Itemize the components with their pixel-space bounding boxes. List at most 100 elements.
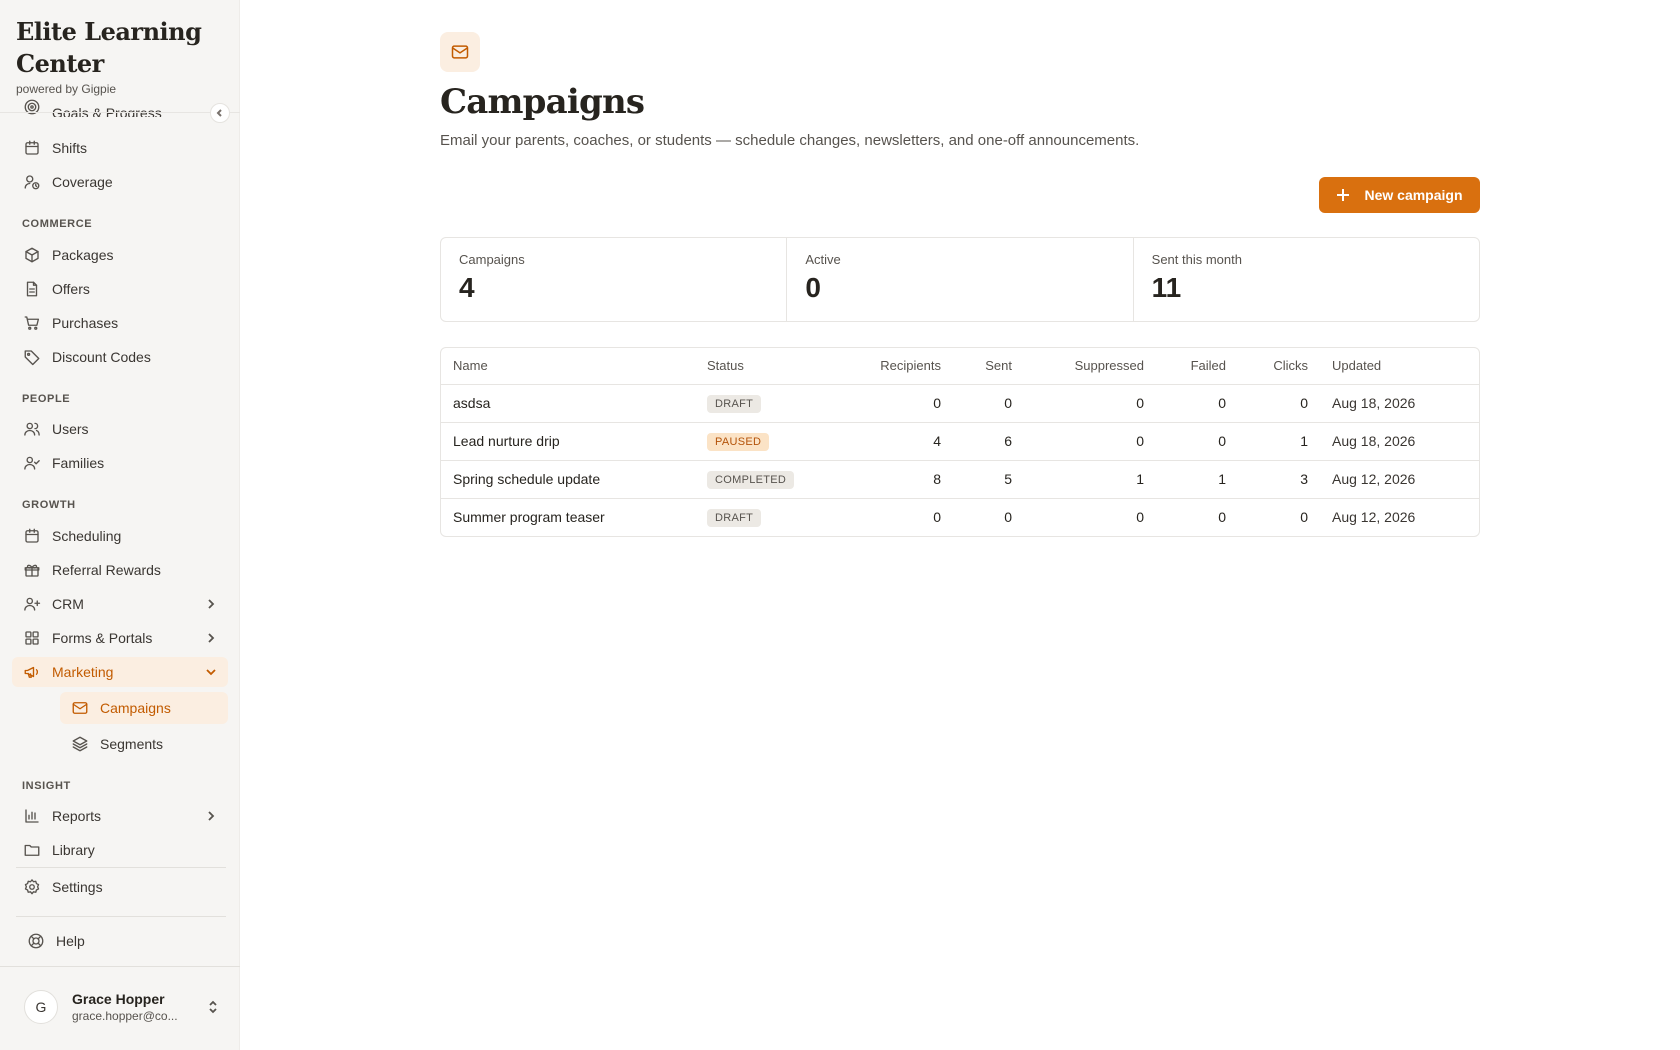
- gift-icon: [22, 560, 42, 580]
- table-row[interactable]: Lead nurture drip PAUSED 4 6 0 0 1 Aug 18, 2026: [441, 422, 1479, 461]
- cell-updated: Aug 12, 2026: [1332, 509, 1416, 526]
- sidebar-item-referral-rewards[interactable]: Referral Rewards: [12, 555, 228, 585]
- brand-title: Elite Learning Center: [16, 17, 202, 78]
- sidebar-item-offers[interactable]: Offers: [12, 274, 228, 304]
- sidebar-item-purchases[interactable]: Purchases: [12, 308, 228, 338]
- calendar-icon: [22, 138, 42, 158]
- calendar-icon: [22, 526, 42, 546]
- user-name: Grace Hopper: [72, 991, 165, 1007]
- megaphone-icon: [22, 662, 42, 682]
- column-header-sent[interactable]: Sent: [953, 348, 1024, 385]
- table-header-row: Name Status Recipients Sent Suppressed F…: [441, 348, 1479, 385]
- status-badge: DRAFT: [707, 508, 762, 527]
- chevron-right-icon: [204, 597, 218, 611]
- sidebar-item-label: Goals & Progress: [52, 105, 162, 117]
- user-info: Grace Hopper grace.hopper@co...: [72, 991, 192, 1023]
- stat-campaigns: Campaigns 4: [441, 238, 788, 321]
- cell-updated: Aug 18, 2026: [1320, 422, 1479, 461]
- cell-sent: 0: [1004, 509, 1012, 526]
- nav-divider: [0, 966, 240, 967]
- sidebar-item-coverage[interactable]: Coverage: [12, 167, 228, 197]
- help-button[interactable]: Help: [16, 926, 232, 956]
- target-icon: [22, 99, 42, 117]
- cell-sent: 5: [953, 460, 1024, 499]
- status-badge: COMPLETED: [707, 470, 795, 489]
- sidebar-item-label: Offers: [52, 281, 90, 297]
- column-header-suppressed[interactable]: Suppressed: [1024, 348, 1156, 385]
- cell-status: COMPLETED: [695, 460, 835, 499]
- column-header-updated[interactable]: Updated: [1320, 348, 1479, 385]
- sidebar-item-label: Campaigns: [100, 700, 171, 716]
- cell-clicks: 1: [1238, 422, 1320, 461]
- column-header-failed[interactable]: Failed: [1156, 348, 1238, 385]
- cell-updated: Aug 18, 2026: [1320, 384, 1479, 423]
- document-icon: [22, 279, 42, 299]
- user-menu[interactable]: G Grace Hopper grace.hopper@co...: [16, 982, 226, 1032]
- cell-recipients: 4: [835, 422, 953, 461]
- sidebar-item-families[interactable]: Families: [12, 448, 228, 478]
- cell-clicks: 3: [1238, 460, 1320, 499]
- bar-chart-icon: [22, 806, 42, 826]
- cell-suppressed: 0: [1024, 422, 1156, 461]
- cell-name: asdsa: [441, 384, 695, 423]
- sidebar-item-scheduling[interactable]: Scheduling: [12, 521, 228, 551]
- mail-icon: [440, 32, 480, 72]
- collapse-sidebar-button[interactable]: [210, 103, 230, 123]
- table-row[interactable]: asdsa DRAFT 0 0 0 0 0 Aug 18, 2026: [441, 384, 1479, 423]
- column-header-name[interactable]: Name: [441, 348, 695, 385]
- cell-status: DRAFT: [695, 384, 835, 423]
- cell-failed: 1: [1156, 460, 1238, 499]
- campaigns-table: Name Status Recipients Sent Suppressed F…: [440, 347, 1480, 537]
- nav-section-people: PEOPLE: [22, 393, 71, 405]
- sidebar-item-label: Scheduling: [52, 528, 122, 544]
- cell-suppressed: 0: [1136, 509, 1144, 526]
- table-row[interactable]: Summer program teaser DRAFT 0 0 0 0 0 Aug 12, 2…: [441, 498, 1479, 536]
- avatar: G: [24, 990, 58, 1024]
- stat-value: 0: [805, 272, 821, 303]
- stat-label: Campaigns: [459, 252, 525, 267]
- users-icon: [22, 419, 42, 439]
- sidebar-item-segments[interactable]: Segments: [60, 728, 228, 760]
- table-row[interactable]: Spring schedule update COMPLETED 8 5 1 1 3 Aug …: [441, 460, 1479, 499]
- column-header-status[interactable]: Status: [695, 348, 835, 385]
- layers-icon: [70, 734, 90, 754]
- sidebar-item-discount-codes[interactable]: Discount Codes: [12, 342, 228, 372]
- chevrons-up-down-icon: [206, 999, 220, 1015]
- sidebar-item-users[interactable]: Users: [12, 414, 228, 444]
- sidebar-item-forms-portals[interactable]: Forms & Portals: [12, 623, 228, 653]
- sidebar-item-settings[interactable]: Settings: [12, 872, 228, 902]
- sidebar-item-label: Coverage: [52, 174, 113, 190]
- cell-updated: Aug 12, 2026: [1320, 460, 1479, 499]
- brand: Elite Learning Center powered by Gigpie: [16, 16, 226, 96]
- sidebar-item-label: Discount Codes: [52, 349, 151, 365]
- cell-sent: 0: [953, 384, 1024, 423]
- sidebar-item-label: Settings: [52, 879, 103, 895]
- gear-icon: [22, 877, 42, 897]
- nav-section-commerce: COMMERCE: [22, 218, 93, 230]
- sidebar-item-reports[interactable]: Reports: [12, 801, 228, 831]
- sidebar-item-goals-progress[interactable]: Goals & Progress: [12, 99, 228, 117]
- sidebar-item-marketing[interactable]: Marketing: [12, 657, 228, 687]
- cell-status: DRAFT: [695, 498, 835, 536]
- sidebar-item-label: Segments: [100, 736, 164, 752]
- nav-section-insight: INSIGHT: [22, 780, 71, 792]
- sidebar-item-campaigns[interactable]: Campaigns: [60, 692, 228, 724]
- cell-recipients: 8: [835, 460, 953, 499]
- chevron-right-icon: [204, 631, 218, 645]
- status-badge: DRAFT: [707, 394, 762, 413]
- sidebar-item-label: CRM: [52, 596, 84, 612]
- new-campaign-button[interactable]: New campaign: [1319, 177, 1480, 213]
- sidebar-item-crm[interactable]: CRM: [12, 589, 228, 619]
- cell-failed: 0: [1156, 422, 1238, 461]
- sidebar-item-shifts[interactable]: Shifts: [12, 133, 228, 163]
- sidebar-item-label: Users: [52, 421, 89, 437]
- sidebar-item-library[interactable]: Library: [12, 835, 228, 865]
- cell-name: Lead nurture drip: [441, 422, 695, 461]
- sidebar-item-packages[interactable]: Packages: [12, 240, 228, 270]
- cell-sent: 6: [953, 422, 1024, 461]
- sidebar: Elite Learning Center powered by Gigpie …: [0, 0, 240, 1050]
- column-header-clicks[interactable]: Clicks: [1238, 348, 1320, 385]
- page-description: Email your parents, coaches, or students…: [440, 132, 1140, 149]
- stat-sent-this-month: Sent this month 11: [1134, 238, 1479, 321]
- column-header-recipients[interactable]: Recipients: [835, 348, 953, 385]
